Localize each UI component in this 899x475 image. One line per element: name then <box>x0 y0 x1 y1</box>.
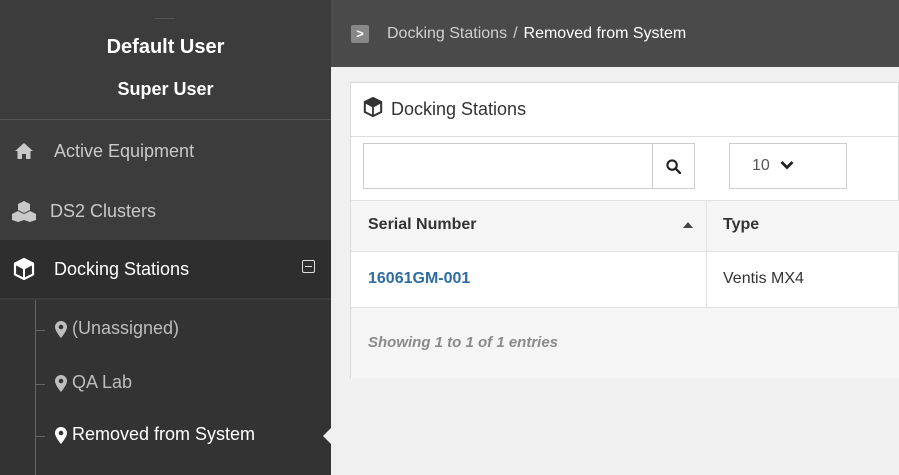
sidebar-toggle-button[interactable]: > <box>351 24 369 43</box>
sidebar-item-active-equipment[interactable]: Active Equipment <box>0 122 331 180</box>
sidebar-subitem-label: QA Lab <box>72 372 133 392</box>
panel-header: Docking Stations <box>351 83 899 137</box>
user-profile: Default User Super User <box>0 0 331 120</box>
user-name: Default User <box>106 36 225 58</box>
search-input[interactable] <box>364 144 654 188</box>
map-marker-icon <box>55 321 67 343</box>
sidebar-item-ds2-clusters[interactable]: DS2 Clusters <box>0 182 331 240</box>
sidebar-subitem-qa-lab[interactable]: QA Lab <box>0 358 331 410</box>
breadcrumb-current: Removed from System <box>523 24 687 42</box>
cubes-icon <box>10 200 38 222</box>
collapse-icon[interactable] <box>302 260 315 273</box>
breadcrumb-parent[interactable]: Docking Stations <box>387 25 507 43</box>
type-cell: Ventis MX4 <box>723 270 804 287</box>
tree-branch <box>35 384 45 385</box>
column-header-type[interactable]: Type <box>723 216 759 234</box>
divider <box>155 18 175 19</box>
tree-branch <box>35 330 45 331</box>
search-button[interactable] <box>652 144 694 188</box>
user-role: Super User <box>117 79 214 99</box>
docking-stations-panel: Docking Stations 10 Serial Number Type 1… <box>350 82 899 378</box>
column-header-serial-number[interactable]: Serial Number <box>368 216 476 234</box>
chevron-down-icon <box>780 157 794 175</box>
sidebar-subitem-removed-from-system[interactable]: Removed from System <box>0 410 331 462</box>
table-header: Serial Number Type <box>351 200 899 253</box>
sidebar-subnav: (Unassigned) QA Lab Removed from System <box>0 300 331 475</box>
column-divider <box>706 201 707 253</box>
sidebar-item-label: Docking Stations <box>54 258 190 279</box>
search-box <box>363 143 695 189</box>
sidebar-item-docking-stations[interactable]: Docking Stations <box>0 240 331 298</box>
page-size-select[interactable]: 10 <box>729 143 847 189</box>
sidebar-subitem-label: (Unassigned) <box>72 318 180 338</box>
serial-number-link[interactable]: 16061GM-001 <box>368 270 470 288</box>
cube-icon <box>10 258 38 280</box>
entries-info: Showing 1 to 1 of 1 entries <box>368 334 559 351</box>
page-size-value: 10 <box>752 157 770 174</box>
table-row: 16061GM-001 Ventis MX4 <box>351 252 899 308</box>
topbar: > Docking Stations / Removed from System <box>331 0 899 67</box>
home-icon <box>10 141 38 161</box>
active-caret <box>323 428 331 444</box>
panel-title: Docking Stations <box>391 99 527 119</box>
cube-icon <box>363 96 383 122</box>
table-footer: Showing 1 to 1 of 1 entries <box>351 308 899 378</box>
map-marker-icon <box>55 375 67 397</box>
column-divider <box>706 252 707 308</box>
map-marker-icon <box>55 427 67 449</box>
search-icon <box>666 158 681 174</box>
sidebar-subitem-unassigned[interactable]: (Unassigned) <box>0 304 331 356</box>
sort-ascending-icon[interactable] <box>683 222 693 228</box>
tree-branch <box>35 436 45 437</box>
sidebar-subitem-label: Removed from System <box>72 424 256 444</box>
sidebar-item-label: DS2 Clusters <box>50 200 157 221</box>
sidebar: Default User Super User Active Equipment… <box>0 0 331 475</box>
breadcrumb-separator: / <box>513 24 518 42</box>
sidebar-item-label: Active Equipment <box>54 140 195 161</box>
